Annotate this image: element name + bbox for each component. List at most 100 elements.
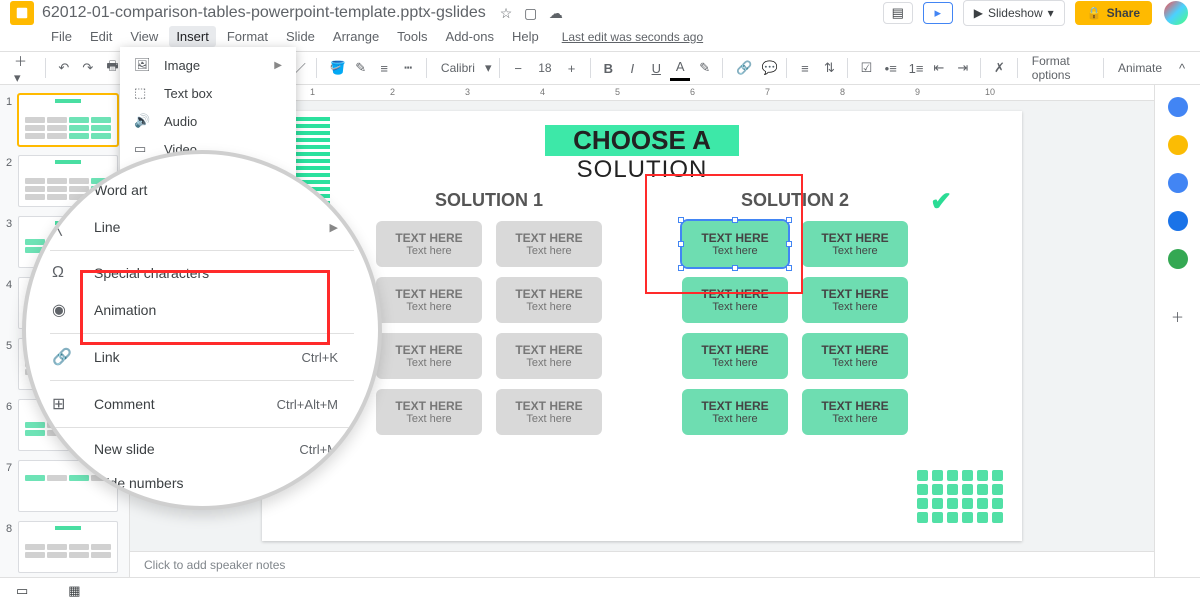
print-button[interactable]: 🖶 (101, 53, 121, 83)
redo-button[interactable]: ↷ (77, 56, 97, 80)
menu-format[interactable]: Format (220, 26, 275, 47)
mag-item-diagram[interactable]: ...agram (26, 150, 378, 172)
font-inc[interactable]: + (562, 57, 582, 80)
menu-item-textbox[interactable]: ⬚Text box (120, 79, 296, 107)
card-green-selected[interactable]: TEXT HEREText here (682, 221, 788, 267)
mag-item-wordart[interactable]: AWord art (26, 172, 378, 208)
check-icon: ✔ (930, 186, 952, 217)
card-green[interactable]: TEXT HEREText here (802, 221, 908, 267)
fill-color[interactable]: 🪣 (325, 56, 347, 80)
mag-item-newslide[interactable]: New slideCtrl+M (26, 432, 378, 466)
star-icon[interactable]: ☆ (500, 5, 513, 21)
present-target-icon[interactable]: ▸ (923, 2, 953, 24)
undo-button[interactable]: ↶ (53, 56, 73, 80)
mag-item-slidenum[interactable]: Slide numbers (26, 466, 378, 500)
italic-button[interactable]: I (622, 57, 642, 80)
comment-button[interactable]: 💬 (757, 56, 779, 80)
column-2-title[interactable]: SOLUTION 2✔ (682, 190, 908, 211)
calendar-icon[interactable] (1168, 97, 1188, 117)
cloud-icon[interactable]: ☁ (549, 5, 563, 21)
font-size[interactable]: 18 (532, 61, 557, 75)
speaker-notes[interactable]: Click to add speaker notes (130, 551, 1154, 577)
move-icon[interactable]: ▢ (524, 5, 537, 21)
menu-tools[interactable]: Tools (390, 26, 434, 47)
slide-title-area[interactable]: CHOOSE A SOLUTION (292, 125, 992, 184)
list-number[interactable]: 1≡ (904, 57, 925, 80)
mag-item-animation[interactable]: ◉Animation (26, 291, 378, 329)
comments-history-icon[interactable]: ▤ (883, 2, 913, 24)
tasks-icon[interactable] (1168, 173, 1188, 193)
link-button[interactable]: 🔗 (731, 56, 753, 80)
slideshow-button[interactable]: ▶ Slideshow ▾ (963, 0, 1065, 26)
card-gray[interactable]: TEXT HEREText here (496, 333, 602, 379)
list-checklist[interactable]: ☑ (856, 56, 876, 80)
title-bar: 62012-01-comparison-tables-powerpoint-te… (0, 0, 1200, 26)
column-1-title[interactable]: SOLUTION 1 (376, 190, 602, 211)
list-bullet[interactable]: •≡ (880, 57, 900, 80)
card-green[interactable]: TEXT HEREText here (802, 333, 908, 379)
border-weight[interactable]: ≡ (374, 57, 394, 80)
menu-item-image[interactable]: 🖼Image▶ (120, 51, 296, 79)
footer: ▭ ▦ (0, 577, 1200, 603)
thumbnail-8[interactable] (18, 521, 118, 573)
card-gray[interactable]: TEXT HEREText here (496, 221, 602, 267)
clear-format[interactable]: ✗ (989, 56, 1009, 80)
text-color[interactable]: A (670, 55, 690, 81)
mag-item-link[interactable]: 🔗LinkCtrl+K (26, 338, 378, 376)
shortcut: Ctrl+Alt+M (277, 397, 338, 412)
add-icon[interactable]: ＋ (1171, 307, 1184, 326)
mag-item-special[interactable]: ΩSpecial characters (26, 255, 378, 291)
bold-button[interactable]: B (598, 57, 618, 80)
menu-edit[interactable]: Edit (83, 26, 119, 47)
menu-slide[interactable]: Slide (279, 26, 322, 47)
last-edit-link[interactable]: Last edit was seconds ago (562, 30, 703, 44)
mag-item-line[interactable]: ╲Line▶ (26, 208, 378, 246)
thumbnail-1[interactable] (18, 94, 118, 146)
menu-view[interactable]: View (123, 26, 165, 47)
font-dec[interactable]: − (508, 57, 528, 80)
menu-file[interactable]: File (44, 26, 79, 47)
underline-button[interactable]: U (646, 57, 666, 80)
thumb-number: 5 (6, 338, 18, 352)
toolbar-chevron-up-icon[interactable]: ^ (1172, 57, 1192, 80)
app-logo[interactable] (10, 1, 34, 25)
filmstrip-view-icon[interactable]: ▭ (16, 583, 28, 599)
new-slide-button[interactable]: ＋ ▾ (8, 49, 37, 88)
share-button[interactable]: 🔒 Share (1075, 1, 1152, 25)
border-dash[interactable]: ┅ (398, 56, 418, 80)
card-gray[interactable]: TEXT HEREText here (496, 389, 602, 435)
user-avatar[interactable] (1162, 0, 1190, 27)
mag-item-comment[interactable]: ⊞CommentCtrl+Alt+M (26, 385, 378, 423)
menu-item-audio[interactable]: 🔊Audio (120, 107, 296, 135)
format-options-button[interactable]: Format options (1026, 54, 1095, 82)
menu-arrange[interactable]: Arrange (326, 26, 386, 47)
contacts-icon[interactable] (1168, 211, 1188, 231)
border-color[interactable]: ✎ (350, 56, 370, 80)
title-subtitle: SOLUTION (577, 156, 708, 183)
animate-button[interactable]: Animate (1112, 61, 1168, 75)
maps-icon[interactable] (1168, 249, 1188, 269)
card-green[interactable]: TEXT HEREText here (802, 389, 908, 435)
line-spacing[interactable]: ⇅ (819, 56, 839, 80)
card-green[interactable]: TEXT HEREText here (682, 277, 788, 323)
highlight-color[interactable]: ✎ (694, 56, 714, 80)
card-gray[interactable]: TEXT HEREText here (376, 333, 482, 379)
title-icons: ☆ ▢ ☁ (496, 5, 567, 22)
card-gray[interactable]: TEXT HEREText here (376, 221, 482, 267)
card-gray[interactable]: TEXT HEREText here (376, 277, 482, 323)
keep-icon[interactable] (1168, 135, 1188, 155)
document-title[interactable]: 62012-01-comparison-tables-powerpoint-te… (42, 4, 486, 22)
card-green[interactable]: TEXT HEREText here (682, 389, 788, 435)
menu-help[interactable]: Help (505, 26, 546, 47)
indent-dec[interactable]: ⇤ (928, 56, 948, 80)
card-green[interactable]: TEXT HEREText here (802, 277, 908, 323)
card-gray[interactable]: TEXT HEREText here (496, 277, 602, 323)
indent-inc[interactable]: ⇥ (952, 56, 972, 80)
grid-view-icon[interactable]: ▦ (68, 583, 80, 599)
menu-addons[interactable]: Add-ons (439, 26, 501, 47)
menu-insert[interactable]: Insert (169, 26, 216, 47)
card-gray[interactable]: TEXT HEREText here (376, 389, 482, 435)
align-button[interactable]: ≡ (795, 57, 815, 80)
font-selector[interactable]: Calibri (435, 61, 481, 75)
card-green[interactable]: TEXT HEREText here (682, 333, 788, 379)
